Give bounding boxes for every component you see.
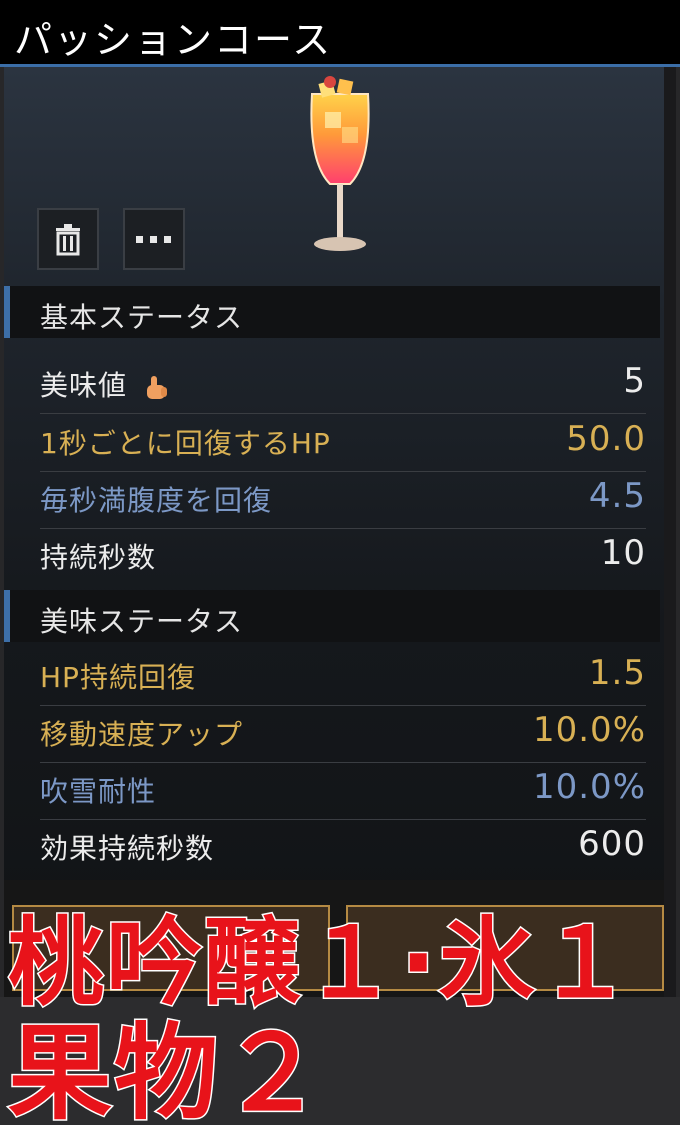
window-title: パッションコース bbox=[14, 18, 333, 62]
stat-label: 移動速度アップ bbox=[40, 718, 244, 751]
item-detail-window: パッションコース 基本ステータス 美味値 5 1秒ごとに回復するHP 50.0 … bbox=[0, 0, 680, 1125]
stat-value: 4.5 bbox=[588, 476, 646, 516]
more-options-button[interactable] bbox=[123, 208, 185, 270]
stat-value: 10.0% bbox=[532, 710, 646, 750]
stat-label: 美味値 bbox=[40, 369, 128, 402]
delete-button[interactable] bbox=[37, 208, 99, 270]
more-icon bbox=[136, 236, 171, 243]
thumbs-up-icon bbox=[146, 376, 167, 399]
stat-label: 吹雪耐性 bbox=[40, 775, 157, 808]
stat-value: 5 bbox=[623, 361, 646, 401]
stat-row-taste: 美味値 5 bbox=[40, 356, 646, 414]
stat-value: 10 bbox=[600, 533, 646, 573]
stat-value: 1.5 bbox=[588, 653, 646, 693]
cocktail-glass-icon bbox=[310, 76, 370, 251]
taste-status-title: 美味ステータス bbox=[40, 605, 244, 638]
stat-label: 持続秒数 bbox=[40, 541, 157, 574]
scrollbar[interactable] bbox=[664, 67, 676, 997]
title-bar: パッションコース bbox=[0, 0, 680, 66]
stat-row-blizzard-resist: 吹雪耐性 10.0% bbox=[40, 762, 646, 820]
stat-label: 効果持続秒数 bbox=[40, 832, 215, 865]
stat-row-move-speed: 移動速度アップ 10.0% bbox=[40, 705, 646, 763]
stat-value: 50.0 bbox=[566, 419, 646, 459]
stat-label: 1秒ごとに回復するHP bbox=[40, 427, 331, 460]
stat-row-hp-per-second: 1秒ごとに回復するHP 50.0 bbox=[40, 414, 646, 472]
taste-status-header: 美味ステータス bbox=[4, 590, 660, 642]
stat-label: HP持続回復 bbox=[40, 661, 196, 694]
stat-row-duration: 持続秒数 10 bbox=[40, 528, 646, 586]
overlay-caption-line2: 果物２ bbox=[6, 1011, 327, 1125]
stat-value: 600 bbox=[578, 824, 646, 864]
stat-row-fullness-per-second: 毎秒満腹度を回復 4.5 bbox=[40, 471, 646, 529]
basic-status-header: 基本ステータス bbox=[4, 286, 660, 338]
basic-status-title: 基本ステータス bbox=[40, 301, 244, 334]
stat-value: 10.0% bbox=[532, 767, 646, 807]
trash-icon bbox=[56, 224, 80, 256]
stat-row-effect-duration: 効果持続秒数 600 bbox=[40, 819, 646, 877]
stat-label: 毎秒満腹度を回復 bbox=[40, 484, 273, 517]
stat-row-hp-regen: HP持続回復 1.5 bbox=[40, 648, 646, 706]
